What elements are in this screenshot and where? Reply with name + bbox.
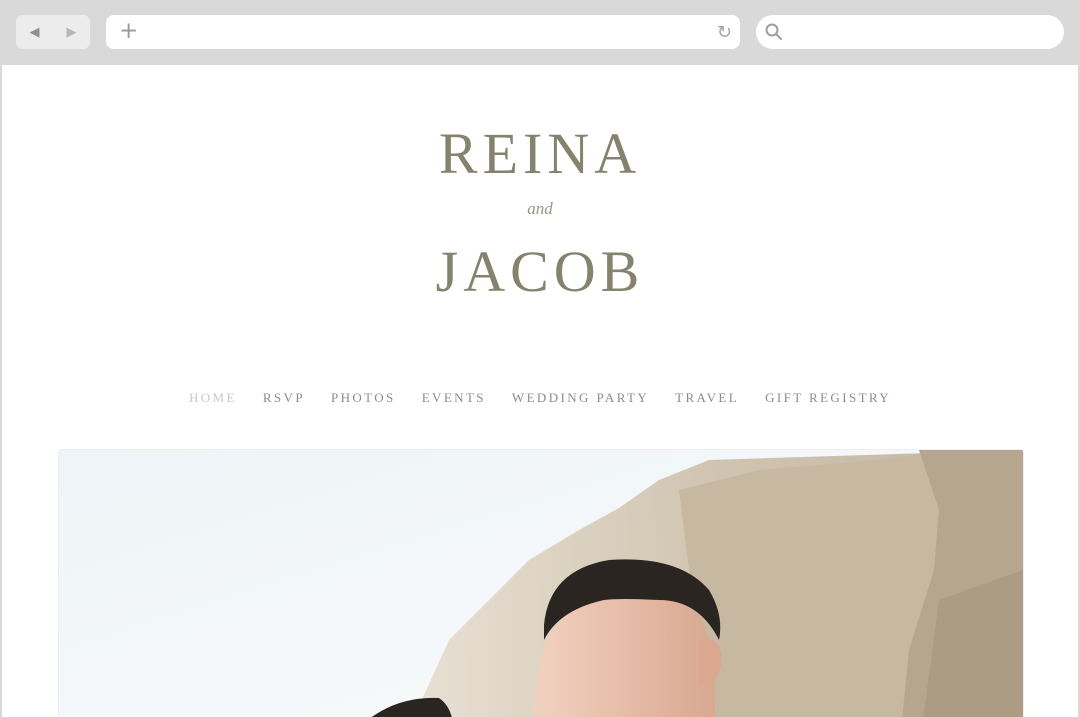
nav-item-photos[interactable]: PHOTOS bbox=[331, 390, 396, 406]
nav-item-travel[interactable]: TRAVEL bbox=[675, 390, 739, 406]
search-bar[interactable] bbox=[756, 15, 1064, 49]
browser-window: ◀ ▶ + ↻ REINA and JACOB HOME RSVP PHOTOS… bbox=[0, 0, 1080, 717]
plus-icon[interactable]: + bbox=[119, 18, 138, 44]
nav-item-events[interactable]: EVENTS bbox=[422, 390, 486, 406]
nav-item-gift-registry[interactable]: GIFT REGISTRY bbox=[765, 390, 891, 406]
browser-toolbar: ◀ ▶ + ↻ bbox=[0, 0, 1080, 64]
history-buttons: ◀ ▶ bbox=[16, 15, 90, 49]
nav-item-wedding-party[interactable]: WEDDING PARTY bbox=[512, 390, 649, 406]
website-page: REINA and JACOB HOME RSVP PHOTOS EVENTS … bbox=[2, 65, 1078, 717]
back-arrow-icon[interactable]: ◀ bbox=[30, 25, 40, 40]
nav-item-rsvp[interactable]: RSVP bbox=[263, 390, 305, 406]
hero-photo bbox=[58, 449, 1024, 717]
address-bar[interactable]: + ↻ bbox=[106, 15, 740, 49]
forward-arrow-icon[interactable]: ▶ bbox=[67, 25, 77, 40]
bride-name: REINA bbox=[438, 121, 642, 186]
couple-photo-image bbox=[59, 450, 1023, 717]
couple-monogram: REINA and JACOB bbox=[2, 65, 1078, 365]
nav-item-home[interactable]: HOME bbox=[189, 390, 237, 406]
reload-icon[interactable]: ↻ bbox=[717, 22, 732, 43]
groom-name: JACOB bbox=[435, 239, 645, 304]
and-text: and bbox=[527, 199, 553, 218]
site-navigation: HOME RSVP PHOTOS EVENTS WEDDING PARTY TR… bbox=[2, 390, 1078, 406]
search-icon bbox=[765, 23, 782, 40]
